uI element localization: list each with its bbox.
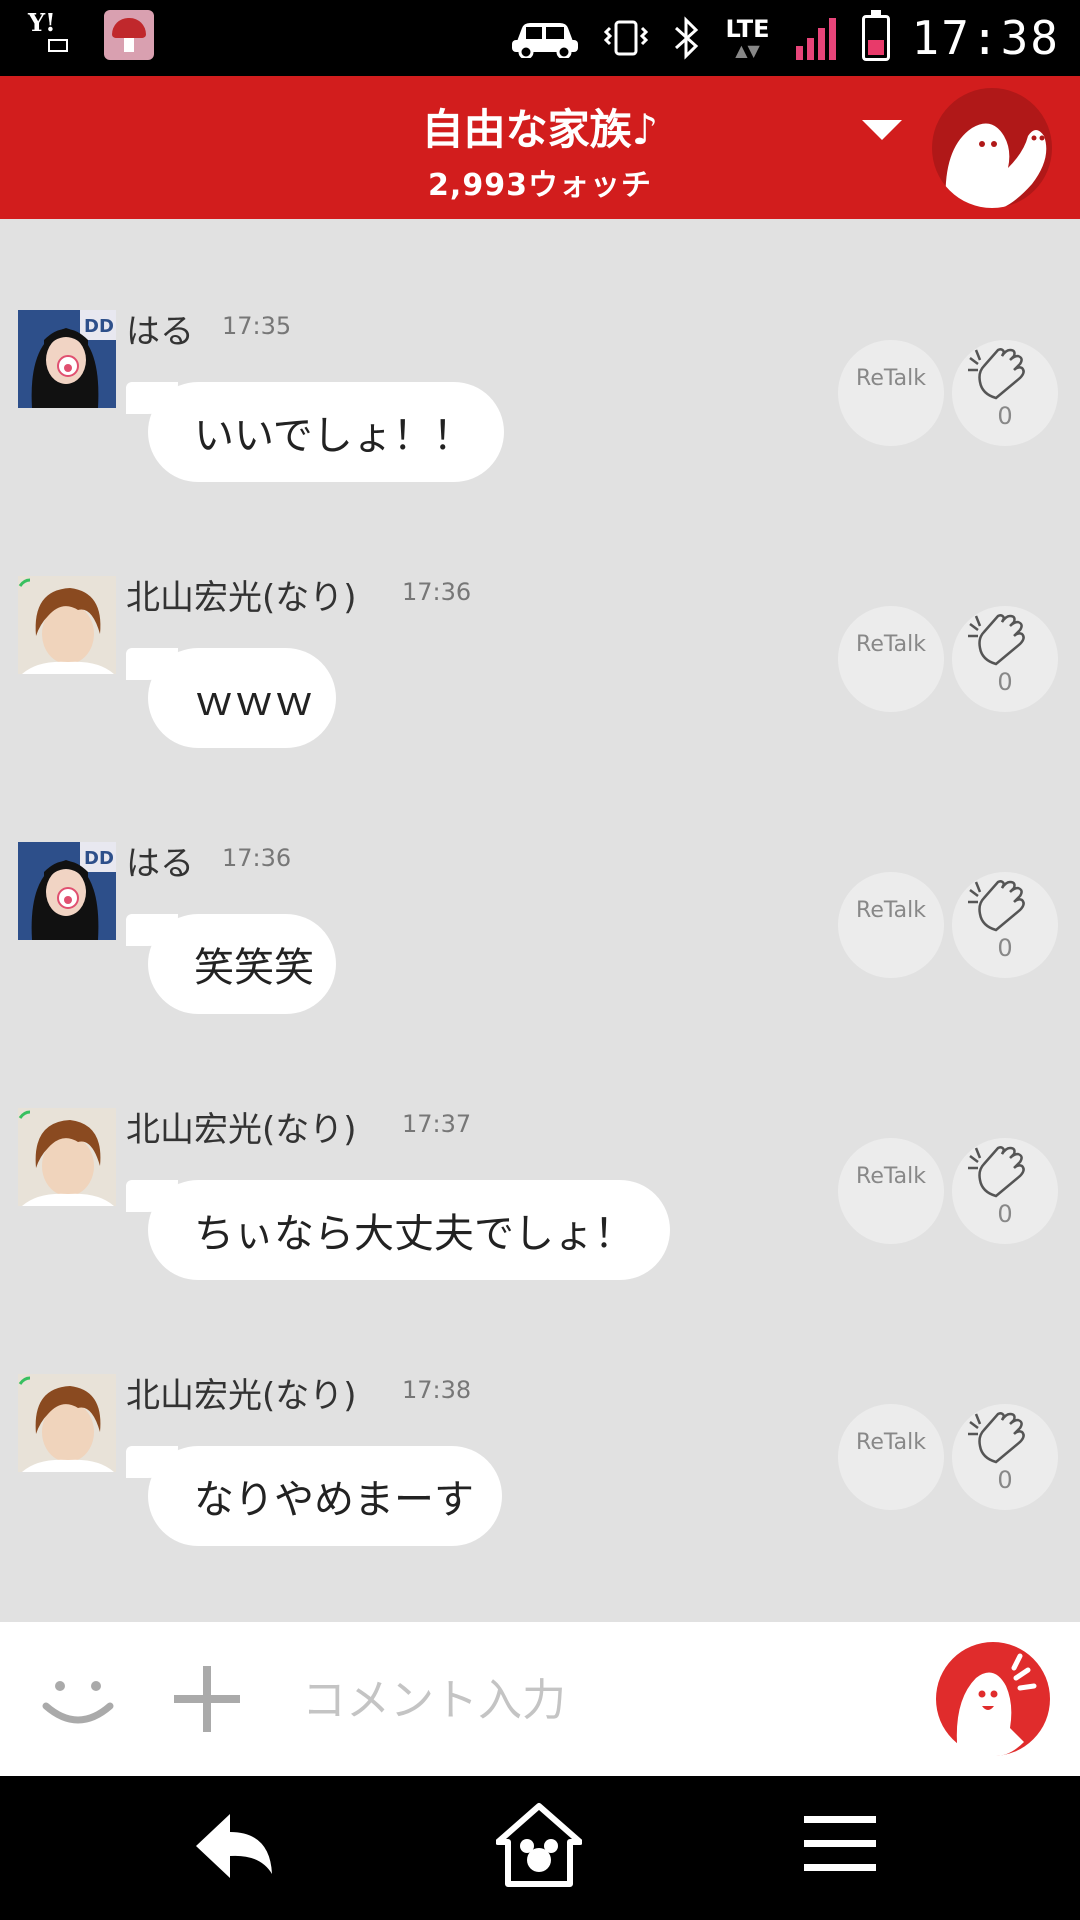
user-name: 北山宏光(なり): [126, 578, 357, 618]
user-name: 北山宏光(なり): [126, 1376, 357, 1416]
home-icon[interactable]: [496, 1802, 582, 1888]
bluetooth-icon: [674, 16, 698, 60]
retalk-button[interactable]: ReTalk: [838, 606, 944, 712]
vibrate-icon: [603, 20, 648, 56]
status-bar: Y! LTE ▲▼ 17:38: [0, 0, 1080, 76]
room-title: 自由な家族♪: [421, 105, 659, 154]
svg-text:DD: DD: [84, 316, 114, 337]
clap-count: 0: [997, 668, 1013, 696]
chat-message: 北山宏光(なり) 17:36 ｗｗｗ ReTalk 0: [0, 576, 1080, 776]
network-label: LTE: [725, 15, 770, 43]
user-name: はる: [126, 312, 194, 352]
message-time: 17:37: [402, 1110, 472, 1138]
message-bubble: ｗｗｗ: [148, 648, 336, 748]
chat-header: 自由な家族♪ 2,993ウォッチ: [0, 76, 1080, 219]
clap-button[interactable]: 0: [952, 340, 1058, 446]
message-time: 17:36: [402, 578, 472, 606]
battery-icon: [861, 10, 890, 61]
chat-message: DD はる 17:36 笑笑笑 ReTalk 0: [0, 842, 1080, 1042]
avatar[interactable]: DD: [18, 842, 116, 940]
message-bubble: ちぃなら大丈夫でしょ！: [148, 1180, 670, 1280]
svg-text:DD: DD: [84, 848, 114, 869]
avatar[interactable]: DD: [18, 310, 116, 408]
avatar[interactable]: [18, 576, 116, 674]
retalk-button[interactable]: ReTalk: [838, 872, 944, 978]
mascot-profile-button[interactable]: [932, 88, 1052, 208]
message-bubble: なりやめまーす: [148, 1446, 502, 1546]
status-clock: 17:38: [911, 11, 1060, 65]
clap-icon: [968, 1412, 1025, 1464]
clap-icon: [968, 348, 1025, 400]
clap-button[interactable]: 0: [952, 872, 1058, 978]
clap-count: 0: [997, 1200, 1013, 1228]
clap-button[interactable]: 0: [952, 1138, 1058, 1244]
avatar[interactable]: [18, 1108, 116, 1206]
retalk-button[interactable]: ReTalk: [838, 1404, 944, 1510]
send-mascot-icon: [956, 1653, 1037, 1756]
clap-icon: [968, 880, 1025, 932]
watch-count: 2,993ウォッチ: [428, 168, 652, 203]
status-left-icons: Y!: [28, 10, 154, 60]
clap-button[interactable]: 0: [952, 1404, 1058, 1510]
clap-count: 0: [997, 934, 1013, 962]
mushroom-app-icon: [104, 10, 154, 60]
clap-count: 0: [997, 1466, 1013, 1494]
avatar[interactable]: [18, 1374, 116, 1472]
back-icon[interactable]: [192, 1808, 276, 1884]
chat-message: 北山宏光(なり) 17:38 なりやめまーす ReTalk 0: [0, 1374, 1080, 1574]
user-name: はる: [126, 844, 194, 884]
chat-message: DD はる 17:35 いいでしょ！！ ReTalk 0: [0, 310, 1080, 510]
lte-icon: LTE ▲▼: [725, 15, 770, 60]
chat-message: 北山宏光(なり) 17:37 ちぃなら大丈夫でしょ！ ReTalk 0: [0, 1108, 1080, 1308]
signal-icon: [795, 18, 836, 60]
menu-icon[interactable]: [804, 1812, 876, 1876]
message-time: 17:36: [222, 844, 292, 872]
status-right-icons: LTE ▲▼ 17:38: [510, 6, 1060, 70]
car-icon: [511, 23, 578, 58]
clap-icon: [968, 614, 1025, 666]
yahoo-mail-icon: Y!: [28, 11, 78, 59]
message-time: 17:38: [402, 1376, 472, 1404]
chevron-down-icon[interactable]: [862, 120, 902, 140]
message-time: 17:35: [222, 312, 292, 340]
clap-icon: [968, 1146, 1025, 1198]
comment-input-bar: [0, 1622, 1080, 1776]
comment-input[interactable]: [300, 1652, 904, 1748]
send-button[interactable]: [936, 1642, 1050, 1756]
plus-icon[interactable]: [172, 1664, 242, 1734]
retalk-button[interactable]: ReTalk: [838, 1138, 944, 1244]
message-bubble: いいでしょ！！: [148, 382, 504, 482]
message-bubble: 笑笑笑: [148, 914, 336, 1014]
smiley-icon[interactable]: [40, 1670, 116, 1730]
mascot-icon: [945, 123, 1047, 208]
system-nav-bar: [0, 1776, 1080, 1920]
user-name: 北山宏光(なり): [126, 1110, 357, 1150]
clap-count: 0: [997, 402, 1013, 430]
clap-button[interactable]: 0: [952, 606, 1058, 712]
retalk-button[interactable]: ReTalk: [838, 340, 944, 446]
